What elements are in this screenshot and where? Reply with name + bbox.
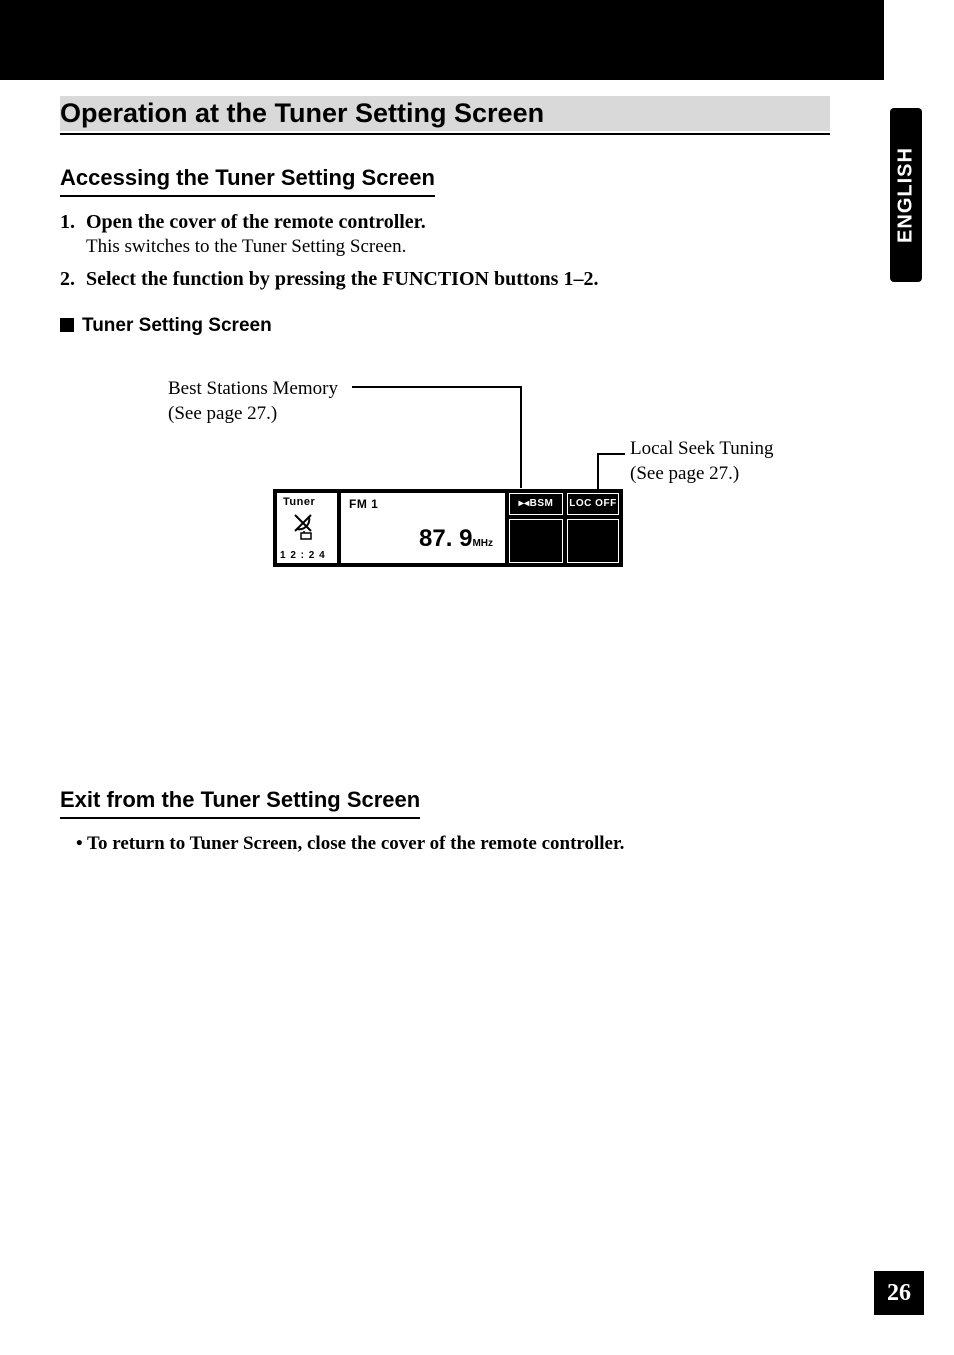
access-section: Accessing the Tuner Setting Screen 1.Ope… (60, 165, 830, 707)
step-2-bold: Select the function by pressing the FUNC… (86, 268, 598, 290)
lcd-band-label: FM 1 (349, 497, 378, 511)
lcd-frequency: 87. 9MHz (419, 525, 493, 553)
callout-loc-line2: (See page 27.) (630, 462, 774, 487)
page-number: 26 (887, 1280, 911, 1307)
language-tab: ENGLISH (890, 108, 922, 282)
step-2-number: 2. (60, 268, 86, 291)
callout-loc-line1: Local Seek Tuning (630, 437, 774, 462)
lcd-frequency-unit: MHz (472, 538, 493, 549)
lcd-loc-button: LOC OFF (567, 493, 619, 515)
content-area: Operation at the Tuner Setting Screen Ac… (60, 96, 830, 855)
language-tab-label: ENGLISH (895, 147, 918, 243)
callout-loc: Local Seek Tuning (See page 27.) (630, 437, 774, 486)
section-title: Operation at the Tuner Setting Screen (60, 98, 544, 128)
lcd-screen: Tuner 1 2 : 2 4 FM 1 87. 9MHz (273, 489, 623, 567)
step-1: 1.Open the cover of the remote controlle… (60, 211, 830, 258)
lcd-left-panel: Tuner 1 2 : 2 4 (277, 493, 337, 563)
header-blackbar (0, 0, 884, 80)
step-1-bold: Open the cover of the remote controller. (86, 211, 426, 233)
lcd-source-label: Tuner (283, 496, 315, 508)
lcd-loc-label: LOC OFF (568, 494, 618, 514)
page-root: ENGLISH Operation at the Tuner Setting S… (0, 0, 954, 1355)
lcd-blank-1 (509, 519, 563, 563)
lcd-clock: 1 2 : 2 4 (280, 550, 326, 561)
lcd-frequency-value: 87. 9 (419, 525, 472, 552)
callout-bsm-line2: (See page 27.) (168, 402, 338, 427)
diagram-area: Best Stations Memory (See page 27.) Loca… (60, 377, 830, 707)
section-title-inner: Operation at the Tuner Setting Screen (60, 96, 830, 131)
tuner-screen-subheading: Tuner Setting Screen (60, 315, 830, 337)
section-title-bar: Operation at the Tuner Setting Screen (60, 96, 830, 135)
lcd-bsm-label: ▸◂BSM (510, 494, 562, 514)
connector-line (520, 386, 522, 488)
callout-bsm: Best Stations Memory (See page 27.) (168, 377, 338, 426)
exit-heading: Exit from the Tuner Setting Screen (60, 787, 420, 819)
tuner-screen-subheading-text: Tuner Setting Screen (82, 315, 272, 336)
step-1-number: 1. (60, 211, 86, 234)
satellite-dish-icon (291, 511, 323, 541)
connector-line (597, 453, 599, 489)
step-1-note: This switches to the Tuner Setting Scree… (86, 236, 830, 258)
exit-section: Exit from the Tuner Setting Screen • To … (60, 787, 830, 855)
callout-bsm-line1: Best Stations Memory (168, 377, 338, 402)
square-bullet-icon (60, 318, 74, 332)
page-number-box: 26 (874, 1271, 924, 1315)
lcd-bsm-button: ▸◂BSM (509, 493, 563, 515)
connector-line (352, 386, 522, 388)
exit-bullet: • To return to Tuner Screen, close the c… (76, 833, 830, 855)
access-heading: Accessing the Tuner Setting Screen (60, 165, 435, 197)
lcd-blank-2 (567, 519, 619, 563)
step-2: 2.Select the function by pressing the FU… (60, 268, 830, 291)
connector-line (597, 453, 625, 455)
lcd-mid-panel: FM 1 87. 9MHz (341, 493, 505, 563)
